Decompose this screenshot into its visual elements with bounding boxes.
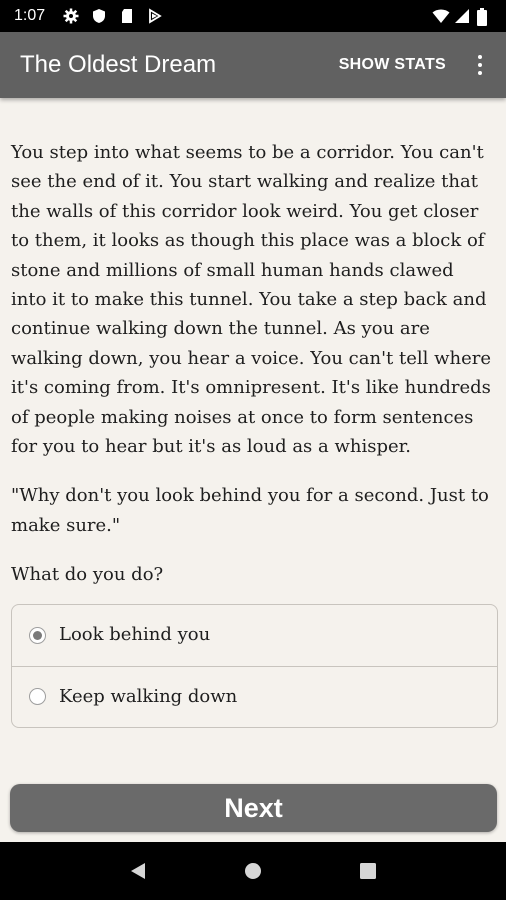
show-stats-button[interactable]: SHOW STATS xyxy=(329,48,456,82)
story-content: You step into what seems to be a corrido… xyxy=(0,98,506,842)
play-protect-icon xyxy=(147,8,163,24)
story-paragraph: You step into what seems to be a corrido… xyxy=(11,142,492,458)
sd-card-icon xyxy=(119,8,135,24)
overflow-menu-icon[interactable] xyxy=(468,45,492,85)
choice-label: Keep walking down xyxy=(59,685,238,707)
app-bar: The Oldest Dream SHOW STATS xyxy=(0,32,506,98)
home-icon[interactable] xyxy=(233,851,273,891)
gear-icon xyxy=(63,8,79,24)
choice-group: Look behind you Keep walking down xyxy=(11,603,498,728)
signal-icon xyxy=(454,8,470,24)
status-time: 1:07 xyxy=(14,7,46,24)
choice-look-behind[interactable]: Look behind you xyxy=(12,605,497,666)
radio-selected-icon[interactable] xyxy=(29,626,46,644)
story-quote: "Why don't you look behind you for a sec… xyxy=(11,485,489,536)
recents-icon[interactable] xyxy=(348,851,388,891)
back-icon[interactable] xyxy=(118,851,158,891)
status-bar: 1:07 xyxy=(0,0,506,32)
next-button[interactable]: Next xyxy=(10,784,497,832)
choice-label: Look behind you xyxy=(59,624,211,646)
story-question: What do you do? xyxy=(11,564,164,586)
app-title: The Oldest Dream xyxy=(20,51,217,78)
wifi-icon xyxy=(432,8,450,24)
navigation-bar xyxy=(0,842,506,900)
battery-icon xyxy=(476,8,492,26)
radio-unselected-icon[interactable] xyxy=(29,688,46,706)
choice-keep-walking[interactable]: Keep walking down xyxy=(12,665,497,727)
shield-icon xyxy=(91,8,107,24)
